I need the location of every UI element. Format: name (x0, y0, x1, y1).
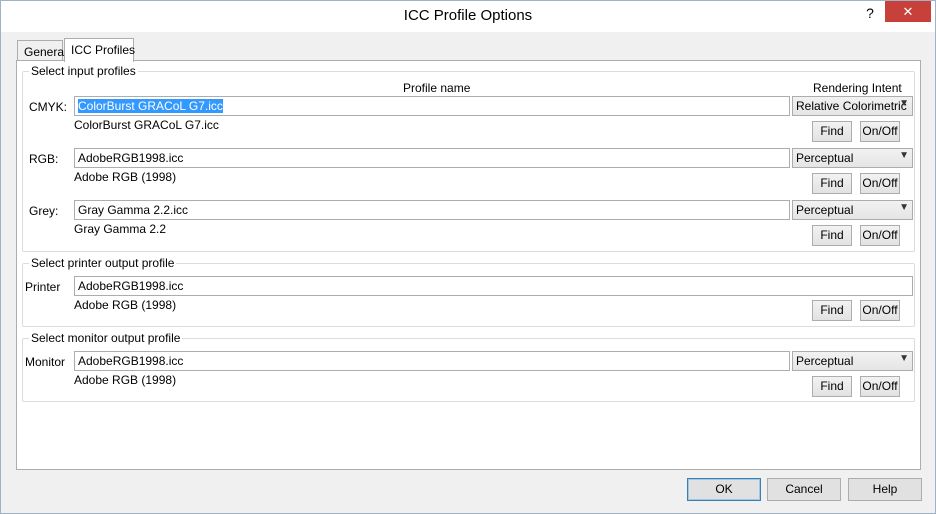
printer-profile-input[interactable]: AdobeRGB1998.icc (74, 276, 913, 296)
rgb-find-button[interactable]: Find (812, 173, 852, 194)
chevron-down-icon: ▼ (899, 202, 909, 213)
printer-profile-group: Select printer output profile Printer Ad… (22, 256, 915, 327)
cmyk-rendering-intent-select[interactable]: Relative Colorimetric ▼ (792, 96, 913, 116)
rgb-profile-description: Adobe RGB (1998) (74, 170, 177, 184)
monitor-rendering-intent-select[interactable]: Perceptual ▼ (792, 351, 913, 371)
icc-profiles-panel: Select input profiles Profile name Rende… (16, 60, 921, 470)
icc-profile-options-dialog: ICC Profile Options ? ✕ General ICC Prof… (0, 0, 936, 514)
help-button[interactable]: Help (848, 478, 922, 501)
grey-profile-input[interactable]: Gray Gamma 2.2.icc (74, 200, 790, 220)
input-profiles-group: Select input profiles Profile name Rende… (22, 64, 915, 252)
close-icon[interactable]: ✕ (885, 1, 931, 22)
printer-onoff-button[interactable]: On/Off (860, 300, 900, 321)
printer-profile-group-label: Select printer output profile (29, 256, 177, 270)
monitor-profile-input[interactable]: AdobeRGB1998.icc (74, 351, 790, 371)
chevron-down-icon: ▼ (899, 353, 909, 364)
ok-button[interactable]: OK (687, 478, 761, 501)
grey-label: Grey: (29, 204, 59, 218)
printer-profile-description: Adobe RGB (1998) (74, 298, 177, 312)
rgb-onoff-button[interactable]: On/Off (860, 173, 900, 194)
cmyk-onoff-button[interactable]: On/Off (860, 121, 900, 142)
printer-find-button[interactable]: Find (812, 300, 852, 321)
cmyk-label: CMYK: (29, 100, 68, 114)
monitor-profile-group-label: Select monitor output profile (29, 331, 183, 345)
cmyk-profile-description: ColorBurst GRACoL G7.icc (74, 118, 219, 132)
cmyk-rendering-intent-value: Relative Colorimetric (796, 99, 907, 113)
grey-find-button[interactable]: Find (812, 225, 852, 246)
tab-general[interactable]: General (17, 40, 67, 62)
rgb-rendering-intent-select[interactable]: Perceptual ▼ (792, 148, 913, 168)
grey-rendering-intent-select[interactable]: Perceptual ▼ (792, 200, 913, 220)
chevron-down-icon: ▼ (899, 150, 909, 161)
cmyk-profile-value: ColorBurst GRACoL G7.icc (78, 99, 223, 113)
rgb-rendering-intent-value: Perceptual (796, 151, 854, 165)
grey-rendering-intent-value: Perceptual (796, 203, 854, 217)
monitor-find-button[interactable]: Find (812, 376, 852, 397)
grey-onoff-button[interactable]: On/Off (860, 225, 900, 246)
rendering-intent-header: Rendering Intent (813, 81, 902, 95)
profile-name-header: Profile name (403, 81, 471, 95)
cancel-button[interactable]: Cancel (767, 478, 841, 501)
rgb-label: RGB: (29, 152, 59, 166)
monitor-label: Monitor (25, 355, 66, 369)
tab-icc-profiles[interactable]: ICC Profiles (64, 38, 135, 62)
monitor-onoff-button[interactable]: On/Off (860, 376, 900, 397)
printer-label: Printer (25, 280, 61, 294)
rgb-profile-input[interactable]: AdobeRGB1998.icc (74, 148, 790, 168)
window-title: ICC Profile Options (403, 7, 533, 24)
cmyk-profile-input[interactable]: ColorBurst GRACoL G7.icc (74, 96, 790, 116)
chevron-down-icon: ▼ (899, 98, 909, 109)
input-profiles-group-label: Select input profiles (29, 64, 138, 78)
cmyk-find-button[interactable]: Find (812, 121, 852, 142)
monitor-rendering-intent-value: Perceptual (796, 354, 854, 368)
monitor-profile-description: Adobe RGB (1998) (74, 373, 177, 387)
grey-profile-description: Gray Gamma 2.2 (74, 222, 167, 236)
title-bar: ICC Profile Options ? ✕ (1, 1, 935, 32)
monitor-profile-group: Select monitor output profile Monitor Ad… (22, 331, 915, 402)
help-icon[interactable]: ? (857, 3, 883, 25)
